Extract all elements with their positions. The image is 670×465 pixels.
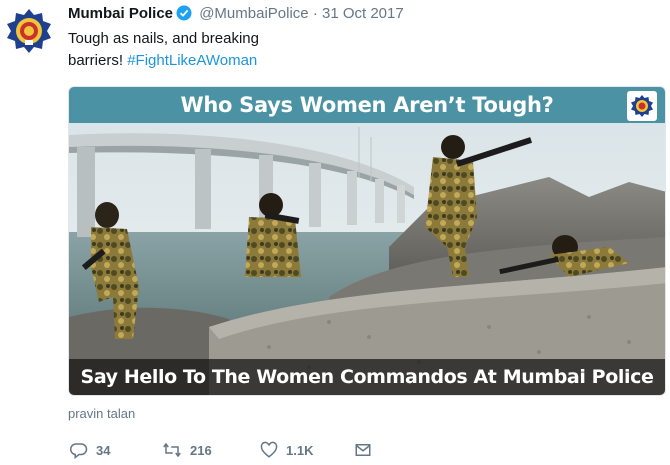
photo-credit: pravin talan xyxy=(68,406,136,421)
media-top-caption: Who Says Women Aren’t Tough? xyxy=(69,87,665,123)
tweet-text: Tough as nails, and breaking barriers! #… xyxy=(68,28,368,72)
police-logo-icon xyxy=(627,91,657,121)
reply-count: 34 xyxy=(96,442,111,458)
heart-icon xyxy=(260,441,278,459)
retweet-icon xyxy=(162,441,182,459)
envelope-icon xyxy=(354,441,372,459)
tweet-card[interactable]: Mumbai Police @MumbaiPolice · 31 Oct 201… xyxy=(0,0,670,465)
police-emblem-icon xyxy=(7,9,51,53)
tweet-actions: 34 216 1.1K xyxy=(68,438,488,462)
avatar[interactable] xyxy=(4,6,54,56)
author-handle[interactable]: @MumbaiPolice xyxy=(199,5,308,22)
retweet-count: 216 xyxy=(190,442,212,458)
author-name[interactable]: Mumbai Police xyxy=(68,5,173,22)
reply-icon xyxy=(70,441,88,459)
like-button[interactable]: 1.1K xyxy=(260,438,313,462)
tweet-header: Mumbai Police @MumbaiPolice · 31 Oct 201… xyxy=(68,5,404,26)
reply-button[interactable]: 34 xyxy=(70,438,110,462)
header-separator: · xyxy=(312,5,318,22)
direct-message-button[interactable] xyxy=(354,438,372,462)
media-bottom-caption: Say Hello To The Women Commandos At Mumb… xyxy=(69,359,665,395)
retweet-button[interactable]: 216 xyxy=(162,438,212,462)
hashtag-link[interactable]: #FightLikeAWoman xyxy=(127,52,257,69)
like-count: 1.1K xyxy=(286,442,314,458)
tweet-date[interactable]: 31 Oct 2017 xyxy=(322,5,404,22)
commandos-photo xyxy=(69,87,665,395)
tweet-text-line-2: barriers! xyxy=(68,52,124,69)
verified-badge-icon xyxy=(176,5,192,26)
tweet-text-line-1: Tough as nails, and breaking xyxy=(68,30,259,47)
tweet-media-image[interactable]: Who Says Women Aren’t Tough? Say Hello T… xyxy=(68,86,666,396)
